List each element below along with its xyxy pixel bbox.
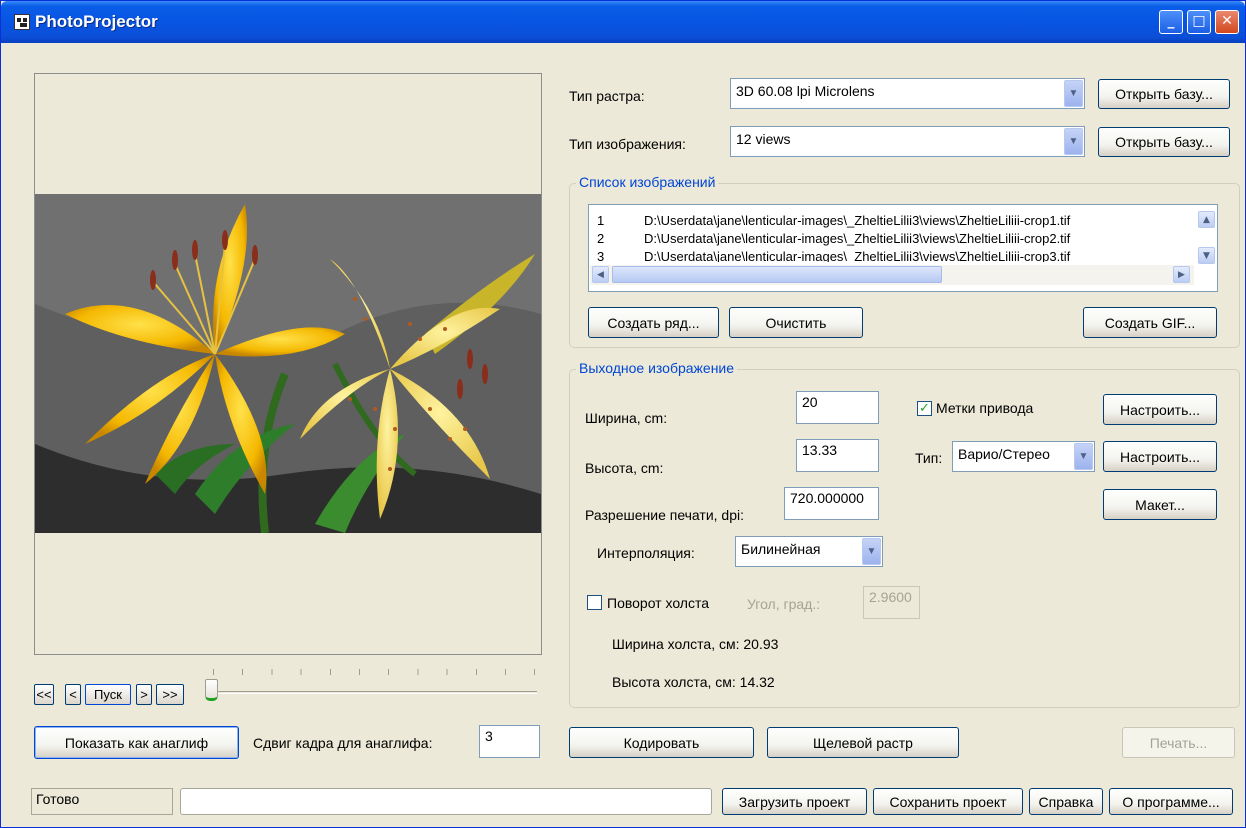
rotate-canvas-checkbox[interactable] (587, 595, 602, 610)
type-value: Варио/Стерео (958, 446, 1050, 462)
type-select[interactable]: Варио/Стерео ▼ (952, 441, 1095, 472)
open-image-db-button[interactable]: Открыть базу... (1098, 127, 1230, 157)
help-button[interactable]: Справка (1029, 788, 1103, 815)
chevron-down-icon[interactable]: ▼ (1074, 443, 1093, 470)
window-title: PhotoProjector (35, 12, 158, 31)
load-project-button[interactable]: Загрузить проект (722, 788, 867, 815)
dpi-input[interactable]: 720.000000 (784, 487, 879, 520)
list-item[interactable]: 2 D:\Userdata\jane\lenticular-images\_Zh… (589, 231, 1189, 247)
create-row-button[interactable]: Создать ряд... (588, 307, 719, 338)
app-icon (14, 14, 30, 30)
angle-input[interactable]: 2.9600 (863, 586, 920, 619)
show-anaglyph-button[interactable]: Показать как анаглиф (34, 726, 239, 759)
raster-type-value: 3D 60.08 lpi Microlens (736, 83, 875, 99)
slider-thumb[interactable] (205, 679, 218, 701)
dpi-label: Разрешение печати, dpi: (585, 507, 744, 523)
scroll-right-icon[interactable]: ▶ (1173, 266, 1190, 283)
list-item[interactable]: 1 D:\Userdata\jane\lenticular-images\_Zh… (589, 213, 1189, 229)
maximize-icon[interactable]: □ (1187, 10, 1211, 34)
progress-bar (180, 788, 712, 815)
height-input[interactable]: 13.33 (796, 439, 879, 472)
lily-photo-illustration (35, 194, 541, 533)
drive-marks-label: Метки привода (936, 400, 1034, 416)
slit-raster-button[interactable]: Щелевой растр (767, 727, 959, 758)
output-image-title: Выходное изображение (576, 360, 738, 376)
chevron-down-icon[interactable]: ▼ (862, 538, 881, 565)
width-input[interactable]: 20 (796, 391, 879, 424)
image-type-label: Тип изображения: (569, 136, 686, 152)
scroll-thumb[interactable] (612, 266, 942, 283)
angle-label: Угол, град.: (747, 596, 821, 612)
save-project-button[interactable]: Сохранить проект (873, 788, 1023, 815)
chevron-down-icon[interactable]: ▼ (1064, 80, 1083, 107)
prev-frame-button[interactable]: < (65, 684, 81, 705)
rotate-canvas-label: Поворот холста (607, 595, 710, 611)
app-window: PhotoProjector _ □ ✕ << < Пуск > >> Пока… (0, 0, 1246, 828)
preview-photo (35, 194, 541, 533)
list-item[interactable]: 3 D:\Userdata\jane\lenticular-images\_Zh… (589, 249, 1189, 262)
print-button[interactable]: Печать... (1122, 727, 1235, 758)
type-label: Тип: (915, 450, 943, 466)
drive-marks-checkbox[interactable]: ✓ (917, 401, 932, 416)
image-type-select[interactable]: 12 views ▼ (730, 126, 1085, 157)
scroll-up-icon[interactable]: ▲ (1198, 211, 1215, 228)
configure-marks-button[interactable]: Настроить... (1103, 394, 1217, 425)
status-text: Готово (31, 788, 173, 815)
image-preview (34, 73, 542, 655)
width-label: Ширина, cm: (585, 410, 668, 426)
height-label: Высота, cm: (585, 460, 664, 476)
raster-type-select[interactable]: 3D 60.08 lpi Microlens ▼ (730, 78, 1085, 109)
scroll-down-icon[interactable]: ▼ (1198, 247, 1215, 264)
play-button[interactable]: Пуск (85, 684, 131, 705)
anaglyph-shift-input[interactable]: 3 (479, 725, 540, 758)
clear-button[interactable]: Очистить (729, 307, 863, 338)
close-icon[interactable]: ✕ (1215, 10, 1239, 34)
create-gif-button[interactable]: Создать GIF... (1083, 307, 1217, 338)
image-type-value: 12 views (736, 131, 791, 147)
slider-ticks (213, 669, 535, 675)
interpolation-label: Интерполяция: (597, 545, 695, 561)
first-frame-button[interactable]: << (34, 684, 54, 705)
anaglyph-shift-label: Сдвиг кадра для анаглифа: (253, 735, 433, 751)
frame-slider[interactable] (201, 663, 541, 703)
interpolation-value: Билинейная (741, 541, 821, 557)
raster-type-label: Тип растра: (569, 88, 645, 104)
title-bar[interactable]: PhotoProjector _ □ ✕ (1, 1, 1245, 43)
about-button[interactable]: О программе... (1109, 788, 1233, 815)
canvas-width-text: Ширина холста, см: 20.93 (612, 636, 779, 652)
interpolation-select[interactable]: Билинейная ▼ (735, 536, 883, 567)
scroll-left-icon[interactable]: ◀ (592, 266, 609, 283)
encode-button[interactable]: Кодировать (569, 727, 754, 758)
image-list-title: Список изображений (576, 174, 719, 190)
layout-button[interactable]: Макет... (1103, 489, 1217, 520)
next-frame-button[interactable]: > (136, 684, 152, 705)
open-raster-db-button[interactable]: Открыть базу... (1098, 79, 1230, 109)
horizontal-scrollbar[interactable]: ◀ ▶ (590, 265, 1194, 285)
last-frame-button[interactable]: >> (156, 684, 184, 705)
image-listbox[interactable]: 1 D:\Userdata\jane\lenticular-images\_Zh… (588, 204, 1218, 292)
configure-type-button[interactable]: Настроить... (1103, 441, 1217, 472)
canvas-height-text: Высота холста, см: 14.32 (612, 674, 775, 690)
minimize-icon[interactable]: _ (1159, 10, 1183, 34)
chevron-down-icon[interactable]: ▼ (1064, 128, 1083, 155)
